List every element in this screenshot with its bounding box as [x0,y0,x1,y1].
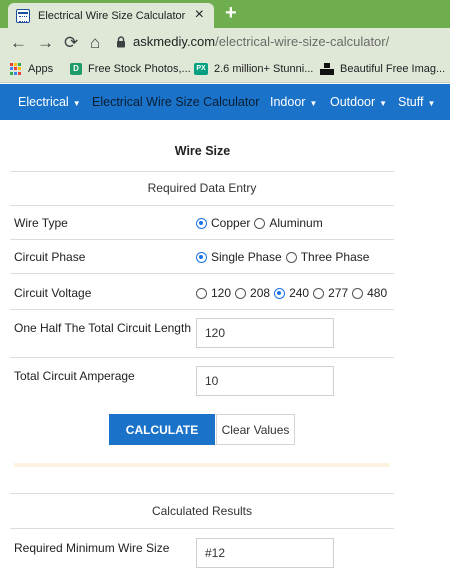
divider [10,171,394,172]
circuit-phase-options: Single Phase Three Phase [196,250,373,264]
site-navbar: Electrical ▼ Electrical Wire Size Calcula… [0,84,450,120]
circuit-voltage-label: Circuit Voltage [14,286,92,300]
amperage-input[interactable] [196,366,334,396]
caret-down-icon: ▼ [309,99,318,108]
caret-down-icon: ▼ [72,99,81,108]
option-label: Single Phase [211,250,282,264]
option-label: Copper [211,216,251,230]
circuit-phase-label: Circuit Phase [14,250,86,264]
browser-tabstrip: Electrical Wire Size Calculator × + [0,0,450,28]
copper-radio[interactable] [196,217,207,229]
url-path: /electrical-wire-size-calculator/ [215,34,390,49]
bookmark-apps[interactable]: Apps [10,63,53,75]
entry-section-heading: Required Data Entry [147,181,257,195]
three-phase-radio[interactable] [285,251,297,263]
nav-label: Electrical [18,95,69,109]
forward-arrow-icon[interactable]: → [37,32,54,54]
voltage-120-radio[interactable] [196,287,207,299]
divider [10,309,394,310]
browser-tab[interactable]: Electrical Wire Size Calculator × [8,3,214,28]
option-label: 208 [250,286,271,300]
bookmark-free-stock-photos[interactable]: D Free Stock Photos,... [70,63,191,75]
reload-icon[interactable]: ⟳ [64,32,78,54]
nav-stuff[interactable]: Stuff ▼ [398,84,435,120]
nav-label: Stuff [398,95,424,109]
bookmark-beautiful-images[interactable]: Beautiful Free Imag... [320,63,445,75]
apps-grid-icon [10,63,22,75]
divider [10,528,394,529]
half-length-label: One Half The Total Circuit Length [14,321,191,335]
new-tab-icon[interactable]: + [225,2,237,24]
bookmark-label: Free Stock Photos,... [88,63,191,75]
amperage-label: Total Circuit Amperage [14,369,135,383]
clear-values-button[interactable]: Clear Values [216,414,295,445]
voltage-208-radio[interactable] [235,287,247,299]
bookmark-label: Beautiful Free Imag... [340,63,446,75]
wire-type-options: Copper Aluminum [196,216,327,230]
voltage-480-radio[interactable] [352,287,364,299]
bookmark-stunning-photos[interactable]: PX 2.6 million+ Stunni... [194,63,313,75]
option-label: Three Phase [300,250,370,264]
close-tab-icon[interactable]: × [195,7,204,23]
tab-title: Electrical Wire Size Calculator [38,9,186,22]
d-icon: D [70,63,82,75]
back-arrow-icon[interactable]: ← [10,32,27,54]
option-label: Aluminum [269,216,323,230]
results-section-heading: Calculated Results [151,504,253,518]
divider [10,205,394,206]
nav-outdoor[interactable]: Outdoor ▼ [330,84,387,120]
divider [10,357,394,358]
url-domain: askmediy.com [133,34,216,49]
aluminum-radio[interactable] [254,217,266,229]
camera-icon [320,63,334,75]
option-label: 277 [328,286,349,300]
home-icon[interactable]: ⌂ [90,32,100,54]
min-wire-size-label: Required Minimum Wire Size [14,541,170,555]
nav-label: Indoor [270,95,306,109]
address-bar[interactable]: askmediy.com/electrical-wire-size-calcul… [133,34,389,49]
wire-type-label: Wire Type [14,216,68,230]
caret-down-icon: ▼ [427,99,436,108]
nav-electrical[interactable]: Electrical ▼ [18,84,81,120]
divider [10,273,394,274]
nav-wire-size-calculator[interactable]: Electrical Wire Size Calculator [92,84,259,120]
px-icon: PX [194,63,208,75]
divider [10,493,394,494]
voltage-277-radio[interactable] [313,287,325,299]
nav-indoor[interactable]: Indoor ▼ [270,84,317,120]
min-wire-size-output[interactable] [196,538,334,568]
nav-label: Outdoor [330,95,376,109]
lock-icon [117,36,125,48]
form-title: Wire Size [174,144,231,158]
calculate-button[interactable]: CALCULATE [109,414,215,445]
section-separator [14,463,390,467]
calendar-favicon-icon [16,8,30,23]
half-length-input[interactable] [196,318,334,348]
option-label: 480 [367,286,388,300]
divider [10,239,394,240]
option-label: 120 [211,286,232,300]
circuit-voltage-options: 120 208 240 277 480 [196,286,391,300]
bookmark-label: Apps [28,63,54,75]
option-label: 240 [289,286,310,300]
bookmark-label: 2.6 million+ Stunni... [214,63,314,75]
voltage-240-radio[interactable] [274,287,286,299]
single-phase-radio[interactable] [196,251,207,263]
nav-label: Electrical Wire Size Calculator [92,95,260,109]
caret-down-icon: ▼ [379,99,388,108]
bookmarks-bar: Apps D Free Stock Photos,... PX 2.6 mill… [0,59,450,83]
